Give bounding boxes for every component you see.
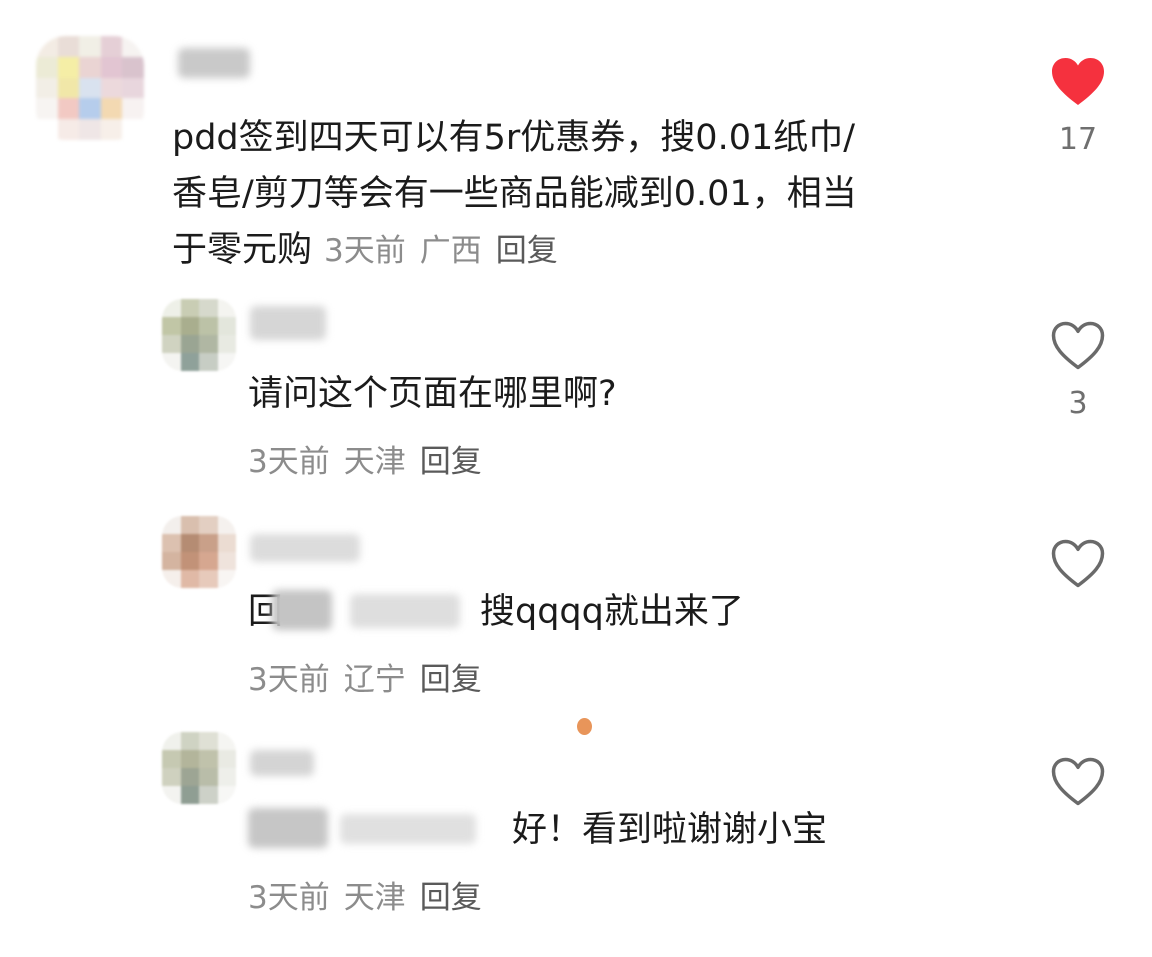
comment-text: pdd签到四天可以有5r优惠券，搜0.01纸巾/ 香皂/剪刀等会有一些商品能减到… <box>172 110 857 279</box>
reply-button[interactable]: 回复 <box>420 880 482 916</box>
comment-text-line: 香皂/剪刀等会有一些商品能减到0.01，相当 <box>172 174 857 214</box>
reply-button[interactable]: 回复 <box>420 444 482 480</box>
comment-meta: 3天前 辽宁 回复 <box>248 654 496 699</box>
reply-button[interactable]: 回复 <box>496 233 558 269</box>
like-count: 17 <box>1058 122 1098 157</box>
heart-outline-icon <box>1051 321 1105 370</box>
comment-time: 3天前 <box>248 444 330 480</box>
comment-location: 天津 <box>343 880 406 916</box>
decorative-dot <box>577 718 592 735</box>
comment-meta: 3天前 广西 回复 <box>324 233 572 269</box>
mention-redacted[interactable] <box>340 814 476 844</box>
heart-filled-icon <box>1052 58 1104 105</box>
comment-location: 天津 <box>343 444 406 480</box>
avatar[interactable] <box>162 732 236 804</box>
like-button[interactable] <box>1043 538 1113 590</box>
comment-time: 3天前 <box>248 662 330 698</box>
comment-meta: 3天前 天津 回复 <box>248 436 496 481</box>
username-redacted[interactable] <box>250 534 360 562</box>
comment-text-line: pdd签到四天可以有5r优惠券，搜0.01纸巾/ <box>172 118 856 158</box>
like-button[interactable]: 17 <box>1043 56 1113 157</box>
avatar[interactable] <box>162 516 236 588</box>
comment-meta: 3天前 天津 回复 <box>248 872 496 917</box>
comment-text: 好！看到啦谢谢小宝 <box>512 810 828 850</box>
heart-outline-icon <box>1051 539 1105 588</box>
reply-button[interactable]: 回复 <box>420 662 482 698</box>
username-redacted[interactable] <box>250 750 314 776</box>
username-redacted[interactable] <box>178 48 250 78</box>
like-count: 3 <box>1068 386 1088 421</box>
mention-redacted[interactable] <box>248 808 328 848</box>
like-button[interactable]: 3 <box>1043 320 1113 421</box>
comment-text-line-end: 于零元购 <box>172 230 313 270</box>
like-button[interactable] <box>1043 756 1113 808</box>
comment-location: 辽宁 <box>343 662 406 698</box>
comment-location: 广西 <box>419 233 482 269</box>
avatar[interactable] <box>162 299 236 371</box>
mention-redacted[interactable] <box>272 590 332 630</box>
comment-time: 3天前 <box>248 880 330 916</box>
comment-text: 请问这个页面在哪里啊? <box>248 374 617 414</box>
mention-redacted[interactable] <box>350 594 460 628</box>
comment-text: 搜qqqq就出来了 <box>480 592 744 632</box>
comment-text-line: 于零元购 3天前 广西 回复 <box>172 222 857 279</box>
heart-outline-icon <box>1051 757 1105 806</box>
avatar[interactable] <box>36 36 144 140</box>
username-redacted[interactable] <box>250 306 326 340</box>
comment-time: 3天前 <box>324 233 406 269</box>
